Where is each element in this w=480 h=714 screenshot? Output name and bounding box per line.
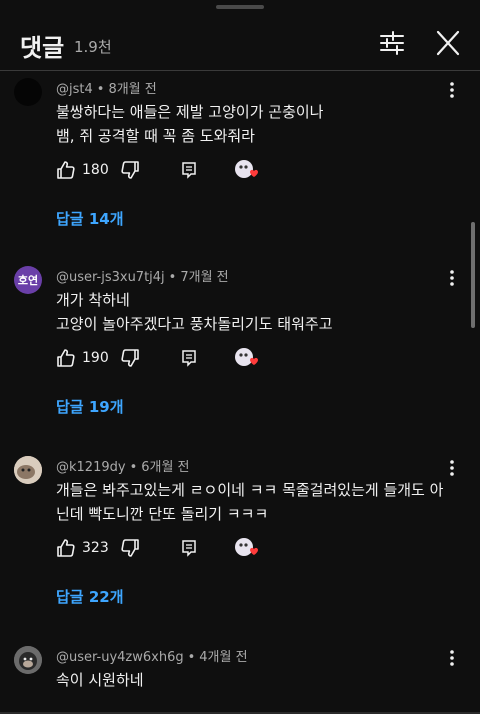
avatar-initials: 호연 bbox=[17, 274, 39, 287]
panel-title: 댓글 bbox=[20, 34, 65, 62]
dislike-button[interactable] bbox=[120, 536, 140, 560]
comment-meta: @jst4 • 8개월 전 bbox=[56, 82, 157, 97]
comment-line: 개들은 봐주고있는게 ㄹㅇ이네 ㅋㅋ 목줄걸려있는게 들개도 아 bbox=[56, 481, 444, 499]
author-name[interactable]: @k1219dy bbox=[56, 460, 126, 475]
comment-line: 고양이 놀아주겠다고 풍차돌리기도 태워주고 bbox=[56, 315, 333, 333]
like-button[interactable]: 180 bbox=[56, 158, 109, 182]
comment-line: 불쌍하다는 애들은 제발 고양이가 곤충이나 bbox=[56, 103, 324, 121]
sort-filter-button[interactable] bbox=[378, 30, 406, 56]
close-icon bbox=[436, 30, 460, 56]
comment-time: 6개월 전 bbox=[141, 460, 190, 475]
dislike-button[interactable] bbox=[120, 346, 140, 370]
more-vert-icon bbox=[450, 270, 454, 286]
like-button[interactable]: 323 bbox=[56, 536, 109, 560]
comments-header: 댓글 1.9천 bbox=[0, 0, 480, 72]
like-count: 180 bbox=[82, 162, 109, 178]
comment-text: 개들은 봐주고있는게 ㄹㅇ이네 ㅋㅋ 목줄걸려있는게 들개도 아 닌데 빡도니깐… bbox=[56, 478, 444, 526]
like-count: 190 bbox=[82, 350, 109, 366]
comment-time: 7개월 전 bbox=[180, 270, 229, 285]
avatar[interactable] bbox=[14, 646, 42, 674]
like-count: 323 bbox=[82, 540, 109, 556]
view-replies-button[interactable]: 답글 22개 bbox=[56, 586, 124, 607]
author-name[interactable]: @user-js3xu7tj4j bbox=[56, 270, 165, 285]
comment-meta: @user-js3xu7tj4j • 7개월 전 bbox=[56, 270, 229, 285]
comment-actions: 190 bbox=[56, 346, 436, 370]
more-vert-icon bbox=[450, 650, 454, 666]
creator-heart-icon bbox=[235, 538, 258, 556]
monkey-avatar-icon bbox=[14, 646, 42, 674]
more-vert-icon bbox=[450, 82, 454, 98]
thumbs-down-icon bbox=[121, 161, 139, 179]
close-button[interactable] bbox=[434, 30, 462, 56]
comment-text: 속이 시원하네 bbox=[56, 668, 436, 692]
reply-comment-icon bbox=[182, 350, 196, 367]
reply-comment-icon bbox=[182, 162, 196, 179]
sliders-icon bbox=[380, 31, 404, 55]
comment-line: 닌데 빡도니깐 단또 돌리기 ㅋㅋㅋ bbox=[56, 505, 269, 523]
comment-time: 4개월 전 bbox=[199, 650, 248, 665]
thumbs-down-icon bbox=[121, 539, 139, 557]
dislike-button[interactable] bbox=[120, 158, 140, 182]
like-button[interactable]: 190 bbox=[56, 346, 109, 370]
scrollbar[interactable] bbox=[471, 222, 475, 328]
more-options-button[interactable] bbox=[444, 268, 460, 288]
comment-count: 1.9천 bbox=[74, 38, 112, 56]
avatar[interactable] bbox=[14, 456, 42, 484]
comment-line: 개가 착하네 bbox=[56, 291, 130, 309]
comment-meta: @k1219dy • 6개월 전 bbox=[56, 460, 190, 475]
author-name[interactable]: @jst4 bbox=[56, 82, 93, 97]
comment-time: 8개월 전 bbox=[108, 82, 157, 97]
creator-heart-badge bbox=[234, 158, 262, 182]
avatar[interactable] bbox=[14, 78, 42, 106]
reply-button[interactable] bbox=[180, 158, 198, 182]
header-divider bbox=[0, 70, 480, 71]
thumbs-up-icon bbox=[57, 539, 75, 557]
creator-heart-icon bbox=[235, 160, 258, 178]
thumbs-up-icon bbox=[57, 161, 75, 179]
more-vert-icon bbox=[450, 460, 454, 476]
creator-heart-badge bbox=[234, 346, 262, 370]
thumbs-up-icon bbox=[57, 349, 75, 367]
comment-line: 뱀, 쥐 공격할 때 꼭 좀 도와줘라 bbox=[56, 127, 255, 145]
reply-button[interactable] bbox=[180, 536, 198, 560]
author-name[interactable]: @user-uy4zw6xh6g bbox=[56, 650, 184, 665]
avatar[interactable]: 호연 bbox=[14, 266, 42, 294]
view-replies-button[interactable]: 답글 19개 bbox=[56, 396, 124, 417]
comment-actions: 323 bbox=[56, 536, 436, 560]
creator-heart-icon bbox=[235, 348, 258, 366]
reply-comment-icon bbox=[182, 540, 196, 557]
more-options-button[interactable] bbox=[444, 80, 460, 100]
comment-text: 개가 착하네 고양이 놀아주겠다고 풍차돌리기도 태워주고 bbox=[56, 288, 436, 336]
reply-button[interactable] bbox=[180, 346, 198, 370]
creator-heart-badge bbox=[234, 536, 262, 560]
comment-actions: 180 bbox=[56, 158, 436, 182]
cat-avatar-icon bbox=[14, 456, 42, 484]
comment-line: 속이 시원하네 bbox=[56, 671, 144, 689]
thumbs-down-icon bbox=[121, 349, 139, 367]
comment-text: 불쌍하다는 애들은 제발 고양이가 곤충이나 뱀, 쥐 공격할 때 꼭 좀 도와… bbox=[56, 100, 436, 148]
view-replies-button[interactable]: 답글 14개 bbox=[56, 208, 124, 229]
more-options-button[interactable] bbox=[444, 648, 460, 668]
comment-meta: @user-uy4zw6xh6g • 4개월 전 bbox=[56, 650, 248, 665]
more-options-button[interactable] bbox=[444, 458, 460, 478]
